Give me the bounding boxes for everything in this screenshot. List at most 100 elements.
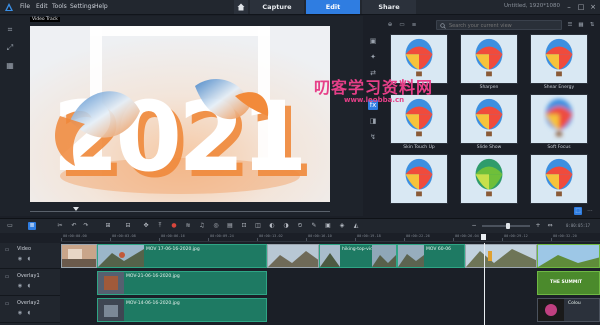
overlay2-clip-main[interactable]: MOV-14-06-16-2020.jpg bbox=[97, 298, 267, 322]
motion-path-icon[interactable]: ↯ bbox=[368, 132, 378, 142]
video-clip-hiking[interactable]: hiking-top-video bbox=[319, 244, 397, 268]
timeline-view-icon[interactable]: ≣ bbox=[28, 222, 36, 230]
menu-file[interactable]: File bbox=[20, 3, 30, 10]
video-clip-landscape[interactable] bbox=[267, 244, 319, 268]
mixer-icon[interactable]: ≋ bbox=[184, 222, 192, 230]
auto-music-icon[interactable]: ♫ bbox=[198, 222, 206, 230]
grid-view-icon[interactable]: ▦ bbox=[577, 21, 585, 29]
filter-thumbnail[interactable] bbox=[530, 34, 588, 84]
grid-icon[interactable]: ▦ bbox=[4, 60, 16, 72]
filter-thumbnail[interactable] bbox=[530, 154, 588, 204]
overlay1-clip-main[interactable]: MOV-21-06-16-2020.jpg bbox=[97, 271, 267, 295]
ruler-tick bbox=[159, 238, 160, 241]
clip-label: MOV 17-06-16-2020.jpg bbox=[146, 247, 200, 252]
playhead-handle[interactable] bbox=[481, 234, 486, 240]
library-category-tools: ▣ ✦ ⇄ T fx ◨ ↯ bbox=[364, 16, 382, 216]
folder-icon[interactable]: ▭ bbox=[398, 21, 406, 29]
track-audio-icon[interactable]: ◖ bbox=[26, 256, 32, 262]
scrub-handle[interactable] bbox=[73, 207, 79, 211]
filter-thumbnail-grid: Sharpen Shear Energy Skin Touch Up Slide Sh… bbox=[390, 34, 598, 210]
media-icon[interactable]: ▣ bbox=[368, 36, 378, 46]
zoom-slider-handle[interactable] bbox=[506, 223, 510, 229]
apply-filter-icon[interactable]: ⬚ bbox=[574, 207, 582, 215]
track-audio-icon[interactable]: ◖ bbox=[26, 310, 32, 316]
tools-icon[interactable]: ✂ bbox=[56, 222, 64, 230]
video-clip-short[interactable]: MOV 60-06 bbox=[397, 244, 465, 268]
search-box[interactable] bbox=[436, 20, 562, 30]
instant-project-icon[interactable]: ✦ bbox=[368, 52, 378, 62]
painting-icon[interactable]: ✎ bbox=[310, 222, 318, 230]
screen-record-icon[interactable]: ▣ bbox=[324, 222, 332, 230]
filter-thumbnail[interactable] bbox=[390, 34, 448, 84]
close-icon[interactable]: × bbox=[588, 1, 598, 13]
transform-icon[interactable]: ⤢ bbox=[4, 42, 16, 54]
snap-icon[interactable]: ⊞ bbox=[104, 222, 112, 230]
add-icon[interactable]: ⊕ bbox=[386, 21, 394, 29]
overlay1-title-clip[interactable]: THE SUMMIT bbox=[537, 271, 600, 295]
tab-share[interactable]: Share bbox=[362, 0, 416, 14]
track-manager-icon[interactable]: ⊟ bbox=[124, 222, 132, 230]
video-clip-main[interactable]: MOV 17-06-16-2020.jpg bbox=[97, 244, 267, 268]
audio-ducking-icon[interactable]: ◭ bbox=[352, 222, 360, 230]
filter-thumbnail[interactable] bbox=[460, 94, 518, 144]
visibility-icon[interactable]: ◉ bbox=[17, 283, 23, 289]
video-clip-mountain[interactable] bbox=[465, 244, 537, 268]
multi-camera-icon[interactable]: ⊡ bbox=[240, 222, 248, 230]
filter-thumbnail[interactable] bbox=[530, 94, 588, 144]
filter-thumbnail[interactable] bbox=[390, 94, 448, 144]
transition-icon[interactable]: ⇄ bbox=[368, 68, 378, 78]
record-icon[interactable]: ● bbox=[170, 222, 178, 230]
fit-project-icon[interactable]: ⇔ bbox=[546, 222, 554, 230]
filter-thumbnail[interactable] bbox=[390, 154, 448, 204]
subtitle-icon[interactable]: ▤ bbox=[226, 222, 234, 230]
split-screen-icon[interactable]: ◫ bbox=[254, 222, 262, 230]
menu-edit[interactable]: Edit bbox=[36, 3, 48, 10]
zoom-out-icon[interactable]: − bbox=[470, 222, 478, 230]
list-view-icon[interactable]: ☰ bbox=[566, 21, 574, 29]
menu-settings[interactable]: Settings bbox=[70, 3, 95, 10]
color-icon[interactable]: ◈ bbox=[338, 222, 346, 230]
scrub-bar[interactable] bbox=[30, 211, 330, 212]
sort-icon[interactable]: ≡ bbox=[410, 21, 418, 29]
playhead-line[interactable] bbox=[484, 243, 485, 325]
track-audio-icon[interactable]: ◖ bbox=[26, 283, 32, 289]
menu-tools[interactable]: Tools bbox=[52, 3, 67, 10]
search-input[interactable] bbox=[449, 22, 559, 29]
overlay2-clip-tail[interactable]: Colou bbox=[537, 298, 600, 322]
visibility-icon[interactable]: ◉ bbox=[17, 310, 23, 316]
maximize-icon[interactable]: □ bbox=[576, 1, 586, 13]
storyboard-view-icon[interactable]: ▭ bbox=[6, 222, 14, 230]
options-icon[interactable]: ⋯ bbox=[586, 207, 594, 215]
player-side-tools: ⌗ ⤢ ▦ bbox=[4, 24, 22, 78]
time-ruler[interactable]: 00:00:00.00 00:00:03.08 00:00:06.16 00:00:0… bbox=[61, 234, 600, 242]
move-icon[interactable]: ✥ bbox=[142, 222, 150, 230]
minimize-icon[interactable]: – bbox=[564, 1, 574, 13]
graphics-icon[interactable]: ◨ bbox=[368, 116, 378, 126]
video-clip-end[interactable] bbox=[537, 244, 600, 268]
tab-capture[interactable]: Capture bbox=[250, 0, 304, 14]
video-clip-intro[interactable] bbox=[61, 244, 97, 268]
title-icon[interactable]: T bbox=[368, 84, 378, 94]
redo-icon[interactable]: ↷ bbox=[82, 222, 90, 230]
menu-help[interactable]: Help bbox=[94, 3, 108, 10]
visibility-icon[interactable]: ◉ bbox=[17, 256, 23, 262]
filter-icon[interactable]: fx bbox=[368, 100, 378, 110]
hot-air-balloon-image bbox=[531, 95, 587, 143]
search-icon bbox=[440, 23, 446, 29]
speed-icon[interactable]: ⏲ bbox=[296, 222, 304, 230]
sort-order-icon[interactable]: ⇅ bbox=[588, 21, 596, 29]
ruler-label: 00:00:19.18 bbox=[357, 234, 381, 238]
ruler-label: 00:00:26.04 bbox=[455, 234, 479, 238]
zoom-in-icon[interactable]: + bbox=[534, 222, 542, 230]
tab-edit[interactable]: Edit bbox=[306, 0, 360, 14]
undo-icon[interactable]: ↶ bbox=[70, 222, 78, 230]
crop-icon[interactable]: ⌗ bbox=[4, 24, 16, 36]
mask-icon[interactable]: ◐ bbox=[268, 222, 276, 230]
home-button[interactable] bbox=[234, 0, 248, 14]
chroma-key-icon[interactable]: ◑ bbox=[282, 222, 290, 230]
filter-thumbnail[interactable] bbox=[460, 154, 518, 204]
trim-icon[interactable]: ⤒ bbox=[156, 222, 164, 230]
motion-tracking-icon[interactable]: ◎ bbox=[212, 222, 220, 230]
filter-thumbnail[interactable] bbox=[460, 34, 518, 84]
video-preview[interactable]: 2021 2021 bbox=[30, 26, 330, 202]
